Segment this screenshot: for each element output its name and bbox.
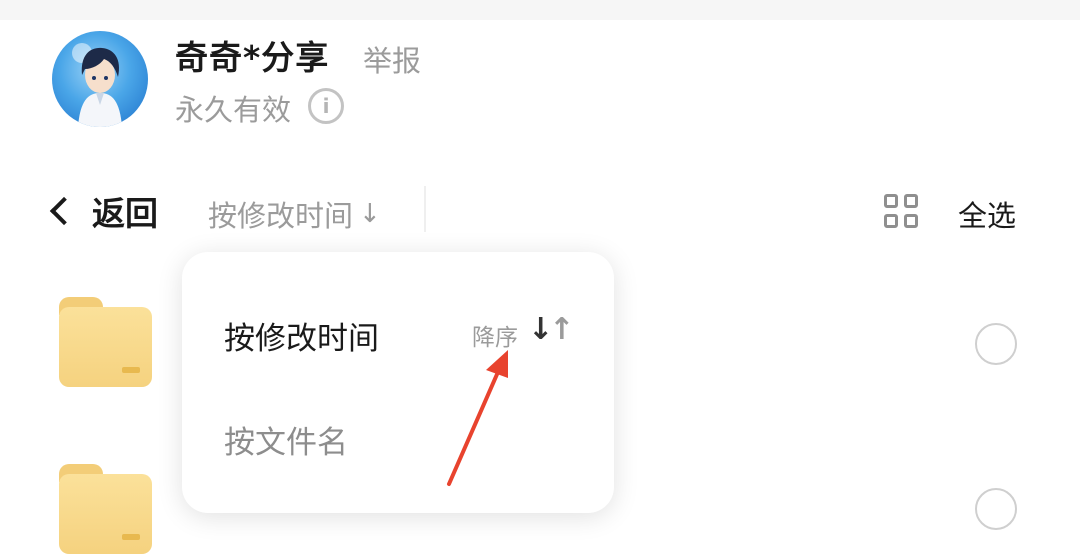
info-icon[interactable]: i [308, 88, 344, 124]
anime-avatar-image [72, 43, 122, 127]
select-all-button[interactable]: 全选 [958, 193, 1016, 235]
arrow-up-icon: ↑ [549, 312, 575, 347]
top-bar [0, 0, 1080, 20]
avatar [52, 31, 148, 127]
back-label: 返回 [92, 194, 158, 233]
sort-option-modified-time[interactable]: 按修改时间 [224, 313, 379, 358]
folder-slot [122, 534, 140, 540]
sort-menu: 按修改时间 降序 ↓↑ 按文件名 [182, 252, 614, 513]
report-link[interactable]: 举报 [363, 38, 421, 80]
toolbar-divider [424, 186, 426, 232]
folder-slot [122, 367, 140, 373]
row-select-radio[interactable] [975, 488, 1017, 530]
folder-body [59, 307, 152, 387]
row-select-radio[interactable] [975, 323, 1017, 365]
grid-cell [904, 214, 918, 228]
folder-icon[interactable] [59, 297, 152, 387]
grid-cell [884, 214, 898, 228]
validity-text: 永久有效 [175, 93, 292, 127]
grid-cell [884, 194, 898, 208]
share-owner-name: 奇奇*分享 [175, 38, 330, 77]
sort-toggle-label: 按修改时间 [208, 199, 354, 233]
arrow-down-icon: ↓ [359, 199, 381, 229]
sort-dropdown-toggle[interactable]: 按修改时间 ↓ [208, 193, 381, 235]
folder-body [59, 474, 152, 554]
folder-icon[interactable] [59, 464, 152, 554]
sort-order-label[interactable]: 降序 [472, 318, 518, 352]
sort-option-filename[interactable]: 按文件名 [224, 417, 348, 462]
grid-view-icon[interactable] [884, 194, 918, 228]
sort-order-toggle[interactable]: ↓↑ [528, 312, 574, 347]
grid-cell [904, 194, 918, 208]
back-button[interactable]: 返回 [44, 190, 158, 233]
chevron-left-icon [49, 196, 79, 226]
